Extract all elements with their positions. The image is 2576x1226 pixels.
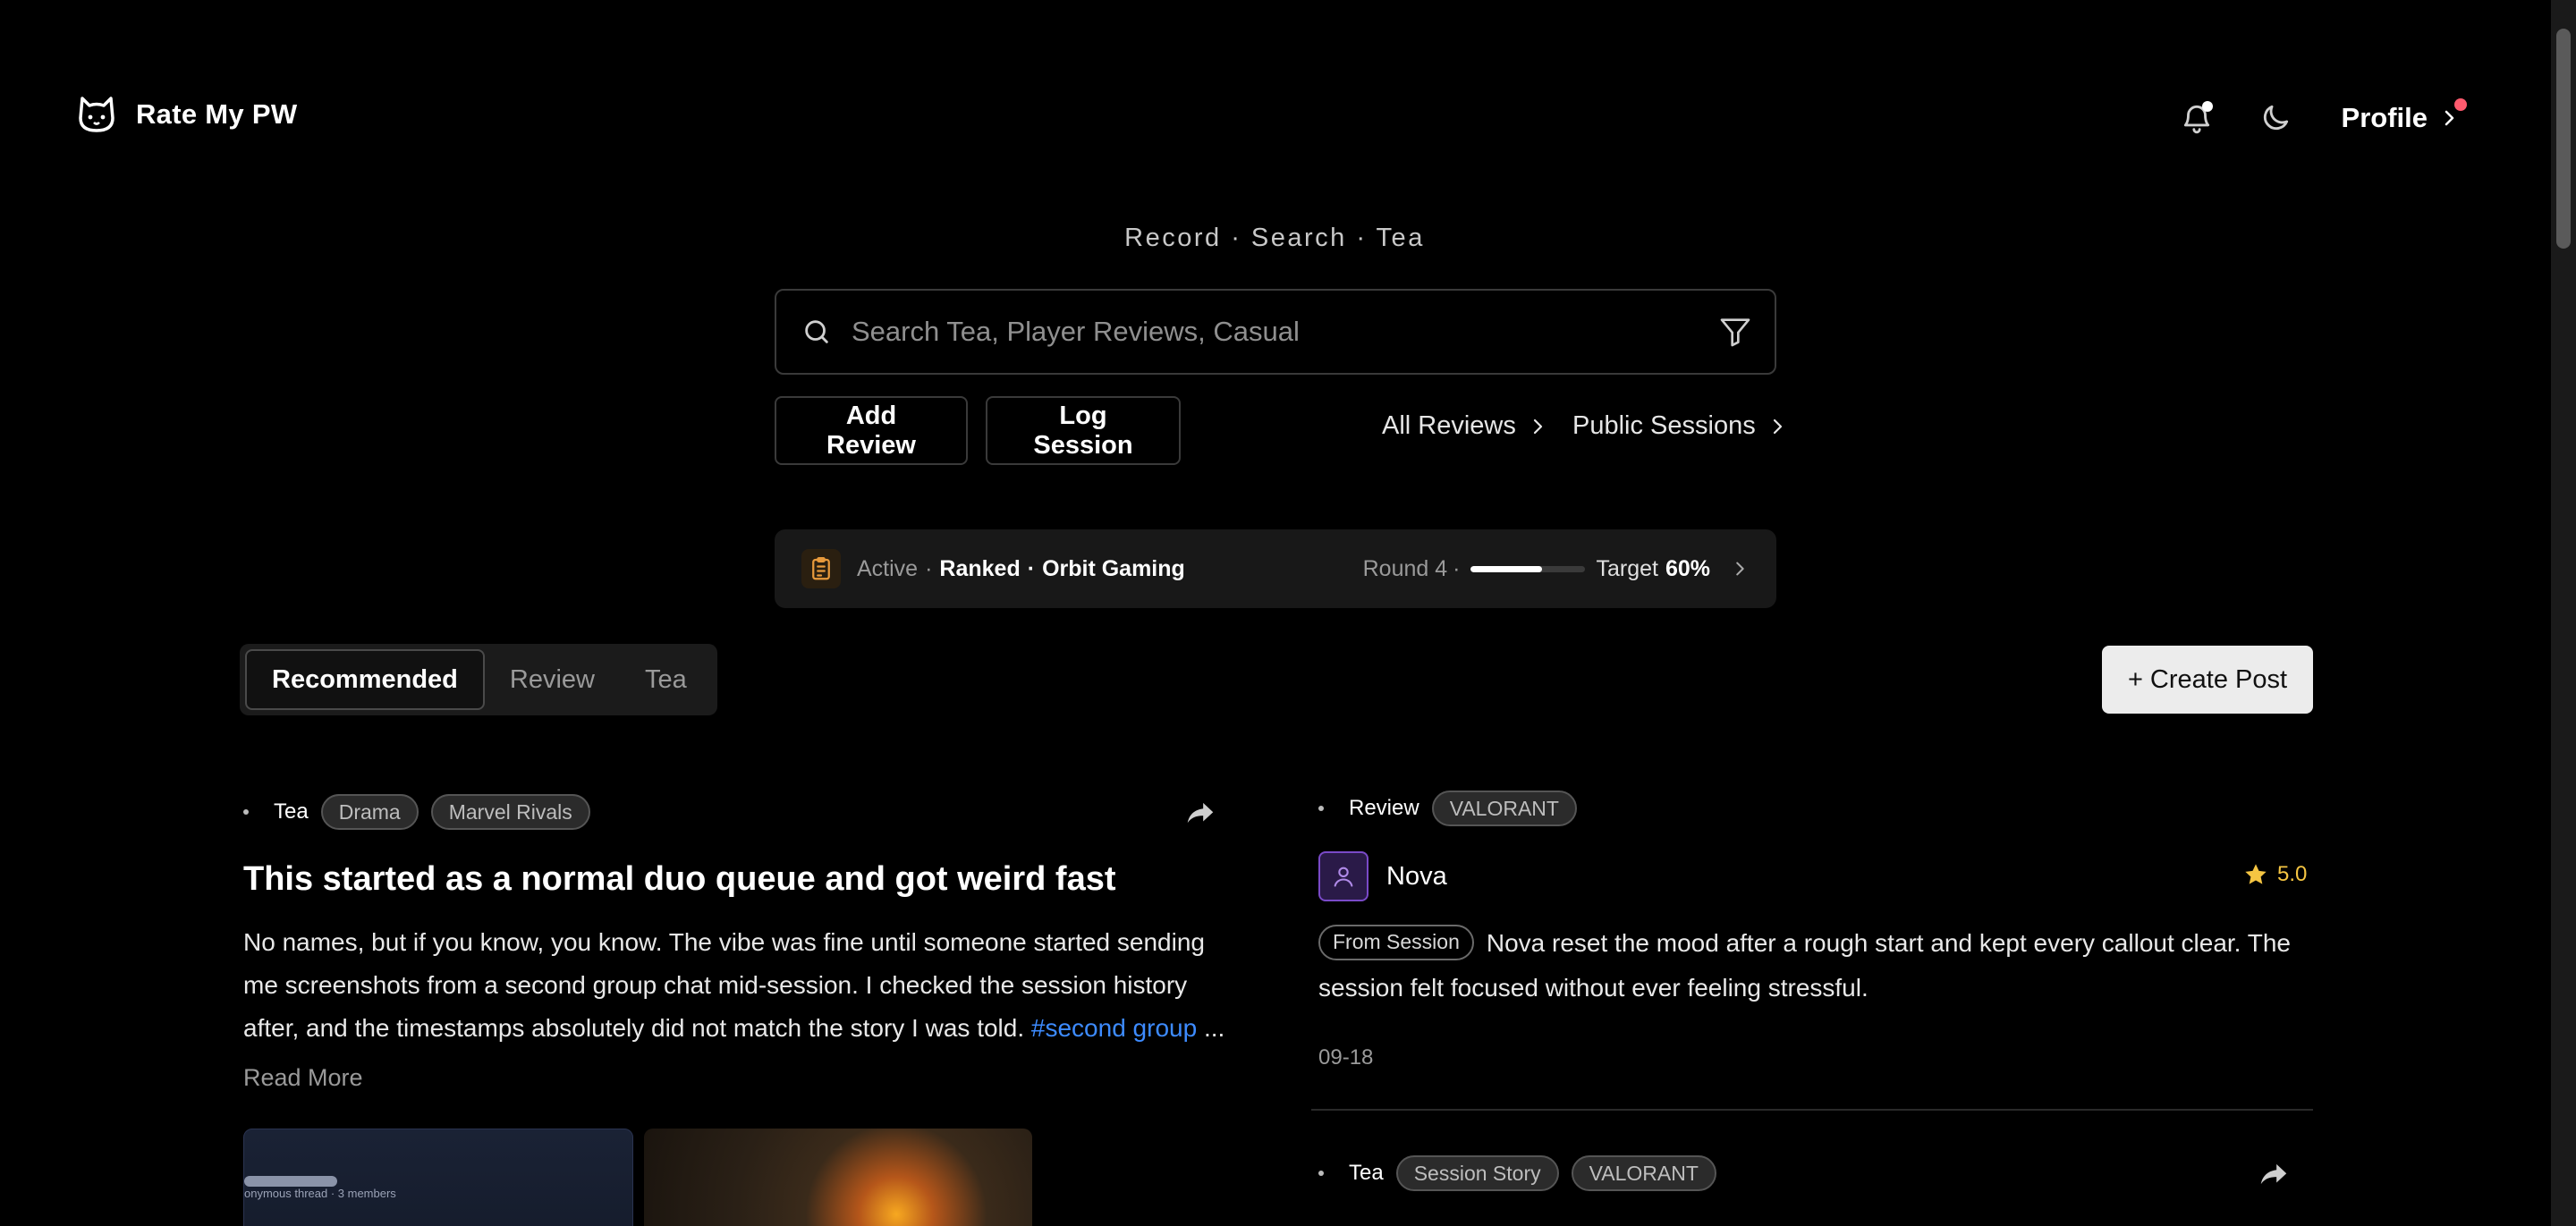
session-org: Orbit Gaming — [1042, 555, 1185, 581]
chevron-right-icon — [1736, 562, 1744, 576]
separator-dot: · — [925, 555, 933, 581]
hashtag-link[interactable]: #second group — [1031, 1014, 1197, 1042]
bullet — [1318, 1171, 1324, 1176]
session-mode: Ranked — [939, 555, 1021, 581]
bullet — [243, 809, 249, 815]
filter-icon[interactable] — [1717, 314, 1753, 350]
profile-link[interactable]: Profile — [2341, 98, 2467, 134]
search-icon — [805, 320, 828, 343]
session-icon-wrap — [801, 549, 841, 588]
post-image-thumbnail[interactable]: onymous thread · 3 members — [243, 1129, 633, 1226]
tag-chip[interactable]: VALORANT — [1431, 791, 1577, 826]
clipboard-icon — [812, 557, 830, 580]
public-sessions-link[interactable]: Public Sessions — [1572, 411, 1788, 441]
tag-chip[interactable]: VALORANT — [1571, 1155, 1716, 1191]
rating-value: 5.0 — [2277, 862, 2308, 886]
separator-dot: · — [1027, 555, 1036, 581]
share-icon[interactable] — [2257, 1157, 2291, 1191]
chevron-right-icon — [1773, 419, 1782, 434]
theme-toggle-button[interactable] — [2250, 93, 2301, 143]
review-date: 09-18 — [1318, 1045, 1374, 1070]
cat-logo-icon — [79, 97, 114, 132]
post-title[interactable]: This started as a normal duo queue and g… — [243, 860, 1116, 899]
separator-dot: · — [1453, 555, 1461, 581]
tab-review[interactable]: Review — [485, 649, 620, 710]
post-body-text: after, and the timestamps absolutely did… — [243, 1014, 1025, 1042]
thumbnail-caption: onymous thread · 3 members — [244, 1187, 396, 1200]
chevron-right-icon — [2445, 110, 2454, 126]
all-reviews-label: All Reviews — [1382, 411, 1516, 440]
review-user[interactable]: Nova — [1318, 851, 1447, 901]
log-session-button[interactable]: Log Session — [986, 396, 1181, 465]
session-round: Round 4 — [1362, 555, 1448, 581]
profile-label: Profile — [2341, 102, 2428, 133]
post-image-thumbnail[interactable] — [644, 1129, 1032, 1226]
search-input[interactable] — [850, 315, 1717, 349]
ellipsis: ... — [1197, 1014, 1225, 1042]
from-session-badge[interactable]: From Session — [1318, 924, 1474, 960]
app-name: Rate My PW — [136, 98, 298, 130]
star-icon — [2245, 864, 2267, 884]
divider — [1311, 1109, 2313, 1111]
user-icon — [1334, 867, 1353, 887]
page: Rate My PW Profile Record · Search · Tea — [0, 0, 2576, 1226]
target-value: 60% — [1665, 555, 1710, 581]
post-body: No names, but if you know, you know. The… — [243, 921, 1236, 1050]
tag-chip[interactable]: Drama — [320, 794, 419, 830]
active-session-bar[interactable]: Active · Ranked · Orbit Gaming Round 4 ·… — [775, 529, 1776, 608]
review-username: Nova — [1386, 861, 1447, 891]
notification-dot — [2201, 101, 2213, 112]
post-body-line: No names, but if you know, you know. The… — [243, 928, 1205, 956]
app-logo[interactable]: Rate My PW — [75, 93, 297, 136]
chevron-right-icon — [1533, 419, 1542, 434]
tagline: Record · Search · Tea — [1124, 224, 1425, 252]
review-meta: Review VALORANT — [1318, 791, 1577, 826]
profile-notification-dot — [2454, 98, 2467, 111]
session-status: Active — [857, 555, 919, 581]
search-box — [775, 289, 1776, 375]
bullet — [1318, 806, 1324, 811]
create-post-button[interactable]: + Create Post — [2102, 646, 2313, 714]
header-actions: Profile — [2172, 93, 2467, 143]
moon-icon — [2263, 105, 2288, 131]
review-type: Review — [1349, 796, 1419, 820]
tag-chip[interactable]: Marvel Rivals — [430, 794, 590, 830]
scrollbar-track[interactable] — [2551, 0, 2576, 1226]
share-icon[interactable] — [1183, 796, 1217, 830]
add-review-button[interactable]: Add Review — [775, 396, 968, 465]
post-type: Tea — [1349, 1161, 1384, 1185]
review-rating: 5.0 — [2243, 862, 2307, 887]
review-body: From Session Nova reset the mood after a … — [1318, 921, 2311, 1010]
target-label: Target — [1596, 555, 1658, 581]
avatar — [1318, 851, 1368, 901]
post-body-line: after, and the timestamps absolutely did… — [243, 1007, 1236, 1050]
post-body-line: me screenshots from a second group chat … — [243, 971, 1188, 999]
tab-recommended[interactable]: Recommended — [245, 649, 485, 710]
post-type: Tea — [274, 799, 309, 824]
scrollbar-thumb[interactable] — [2556, 29, 2571, 249]
post-meta: Tea Session Story VALORANT — [1318, 1155, 1716, 1191]
notifications-button[interactable] — [2172, 93, 2222, 143]
session-progress-fill — [1470, 565, 1542, 572]
session-progress-bar — [1470, 565, 1586, 572]
tag-chip[interactable]: Session Story — [1395, 1155, 1559, 1191]
all-reviews-link[interactable]: All Reviews — [1382, 411, 1548, 441]
thumbnail-placeholder-bar — [244, 1176, 337, 1187]
public-sessions-label: Public Sessions — [1572, 411, 1756, 440]
feed-tabs: Recommended Review Tea — [240, 644, 717, 715]
read-more-link[interactable]: Read More — [243, 1064, 363, 1092]
tab-tea[interactable]: Tea — [620, 649, 712, 710]
post-meta: Tea Drama Marvel Rivals — [243, 794, 590, 830]
